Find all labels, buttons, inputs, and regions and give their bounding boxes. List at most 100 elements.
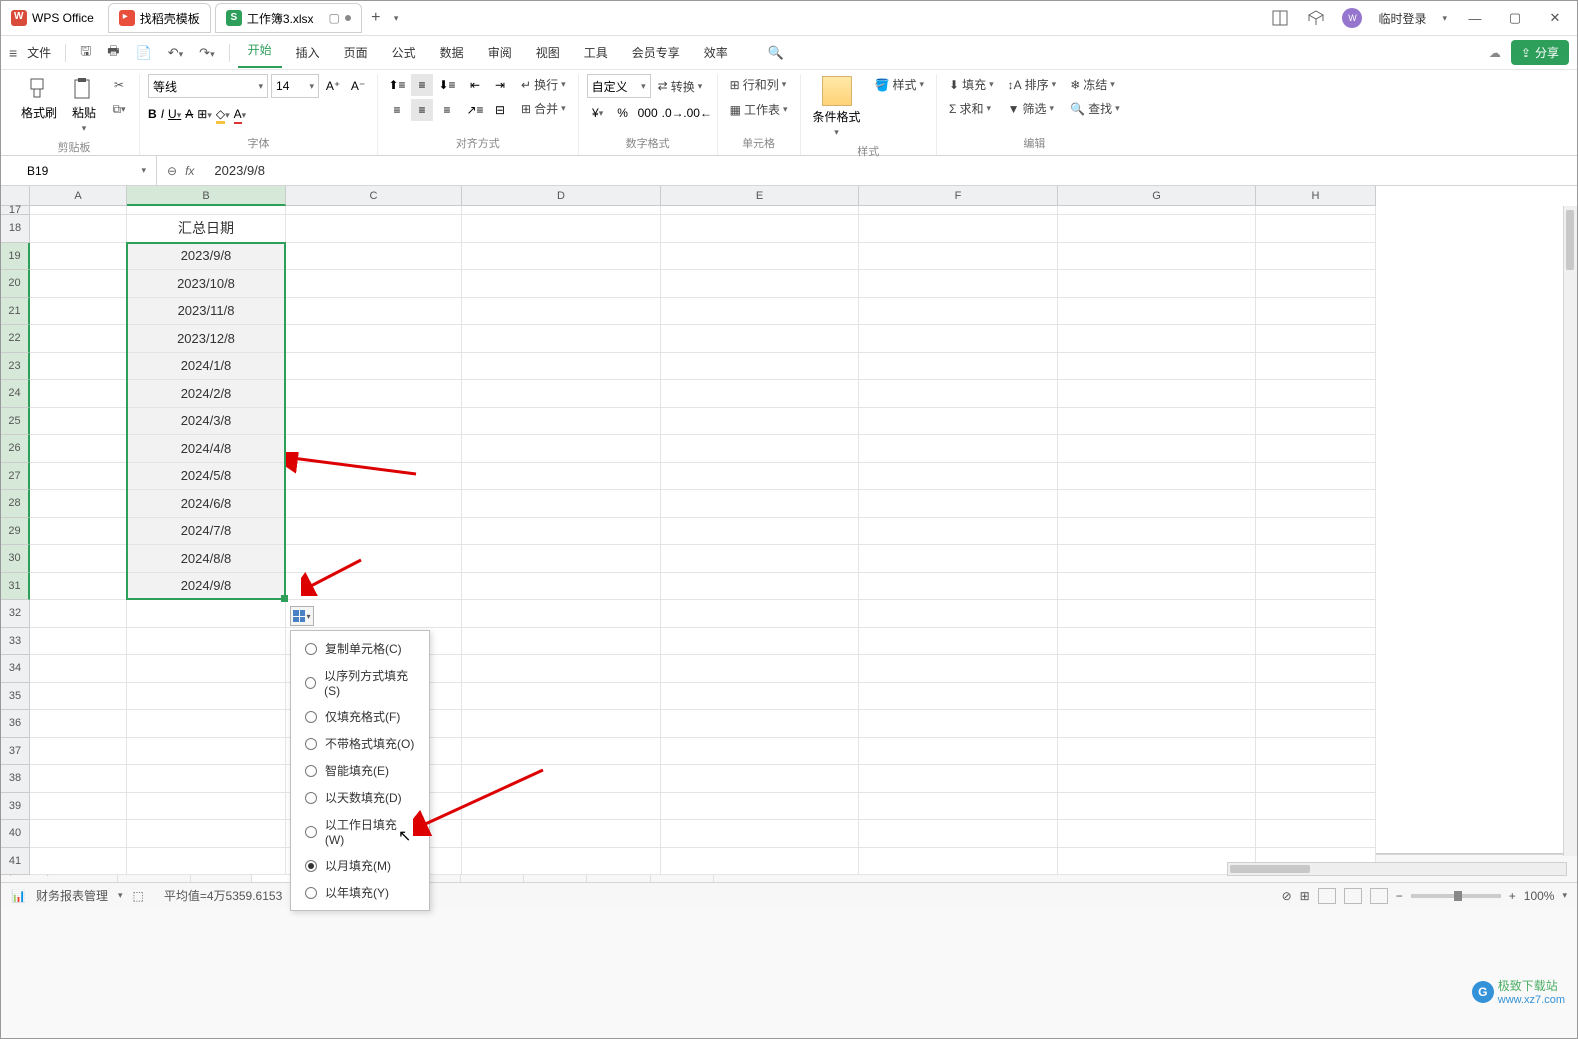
cell-A23[interactable] [30, 353, 127, 381]
minimize-button[interactable]: — [1463, 11, 1487, 26]
cell-F36[interactable] [859, 710, 1058, 738]
cell-H28[interactable] [1256, 490, 1376, 518]
view-page-icon[interactable] [1344, 888, 1362, 904]
cell-C29[interactable] [286, 518, 462, 546]
distribute-icon[interactable]: ⊟ [489, 99, 511, 121]
cell-D27[interactable] [462, 463, 661, 491]
cell-A28[interactable] [30, 490, 127, 518]
cell-F30[interactable] [859, 545, 1058, 573]
decrease-indent-icon[interactable]: ⇤ [464, 74, 486, 96]
cell-G39[interactable] [1058, 793, 1256, 821]
cell-E18[interactable] [661, 215, 859, 243]
cell-D23[interactable] [462, 353, 661, 381]
cell-A21[interactable] [30, 298, 127, 326]
vertical-scrollbar[interactable] [1563, 206, 1577, 856]
cell-A24[interactable] [30, 380, 127, 408]
cell-F32[interactable] [859, 600, 1058, 628]
cell-D25[interactable] [462, 408, 661, 436]
underline-button[interactable]: U▾ [168, 107, 181, 121]
cell-F35[interactable] [859, 683, 1058, 711]
cell-D34[interactable] [462, 655, 661, 683]
cell-G29[interactable] [1058, 518, 1256, 546]
row-header-27[interactable]: 27 [1, 463, 30, 491]
cell-E22[interactable] [661, 325, 859, 353]
cell-E37[interactable] [661, 738, 859, 766]
cell-G19[interactable] [1058, 243, 1256, 271]
row-header-37[interactable]: 37 [1, 738, 30, 766]
cell-G38[interactable] [1058, 765, 1256, 793]
horizontal-scrollbar[interactable] [1227, 862, 1567, 876]
app-tab-template[interactable]: 找稻壳模板 [108, 3, 211, 33]
cell-H31[interactable] [1256, 573, 1376, 601]
cell-E19[interactable] [661, 243, 859, 271]
fill-option-3[interactable]: 不带格式填充(O) [291, 730, 429, 757]
cell-D32[interactable] [462, 600, 661, 628]
cell-C17[interactable] [286, 206, 462, 215]
cell-E41[interactable] [661, 848, 859, 876]
cell-A40[interactable] [30, 820, 127, 848]
cell-F19[interactable] [859, 243, 1058, 271]
cell-D17[interactable] [462, 206, 661, 215]
cell-H32[interactable] [1256, 600, 1376, 628]
cell-F20[interactable] [859, 270, 1058, 298]
hamburger-icon[interactable]: ≡ [9, 45, 17, 61]
row-header-17[interactable]: 17 [1, 206, 30, 215]
cell-E28[interactable] [661, 490, 859, 518]
cell-C26[interactable] [286, 435, 462, 463]
row-header-18[interactable]: 18 [1, 215, 30, 243]
column-header-E[interactable]: E [661, 186, 859, 206]
cell-D36[interactable] [462, 710, 661, 738]
cut-icon[interactable]: ✂ [107, 74, 131, 96]
italic-button[interactable]: I [161, 107, 164, 121]
cell-F41[interactable] [859, 848, 1058, 876]
cancel-fx-icon[interactable]: ⊖ [167, 164, 177, 178]
cell-B24[interactable]: 2024/2/8 [127, 380, 286, 408]
align-middle-icon[interactable]: ≡ [411, 74, 433, 96]
sort-button[interactable]: ↕A排序▾ [1004, 74, 1061, 95]
tab-list-dropdown[interactable]: ▾ [394, 13, 399, 24]
cell-F22[interactable] [859, 325, 1058, 353]
paste-button[interactable]: 粘贴▾ [67, 74, 101, 136]
menu-vip[interactable]: 会员专享 [622, 40, 690, 65]
fill-option-0[interactable]: 复制单元格(C) [291, 635, 429, 662]
app-tab-wps[interactable]: WPS Office [1, 3, 104, 33]
row-header-35[interactable]: 35 [1, 683, 30, 711]
row-header-19[interactable]: 19 [1, 243, 30, 271]
autofill-options-button[interactable]: ▾ [290, 606, 314, 626]
cell-B18[interactable]: 汇总日期 [127, 215, 286, 243]
align-center-icon[interactable]: ≡ [411, 99, 433, 121]
menu-data[interactable]: 数据 [430, 40, 474, 65]
doc-expand-icon[interactable]: ▢ [329, 11, 340, 25]
zoom-out-button[interactable]: − [1396, 889, 1403, 903]
cell-E34[interactable] [661, 655, 859, 683]
zoom-in-button[interactable]: + [1509, 889, 1516, 903]
select-all-corner[interactable] [1, 186, 30, 206]
cell-E29[interactable] [661, 518, 859, 546]
cell-B34[interactable] [127, 655, 286, 683]
cell-E27[interactable] [661, 463, 859, 491]
status-doc-icon[interactable]: 📊 [11, 889, 26, 903]
formula-input[interactable]: 2023/9/8 [204, 163, 1577, 178]
cell-E33[interactable] [661, 628, 859, 656]
save-icon[interactable]: 🖫 [74, 42, 97, 64]
row-header-26[interactable]: 26 [1, 435, 30, 463]
column-header-F[interactable]: F [859, 186, 1058, 206]
new-tab-button[interactable]: + [362, 9, 390, 27]
cell-E38[interactable] [661, 765, 859, 793]
cell-A32[interactable] [30, 600, 127, 628]
layout-icon[interactable] [1270, 8, 1290, 28]
cell-A25[interactable] [30, 408, 127, 436]
view-normal-icon[interactable] [1318, 888, 1336, 904]
row-header-29[interactable]: 29 [1, 518, 30, 546]
cell-A30[interactable] [30, 545, 127, 573]
row-header-20[interactable]: 20 [1, 270, 30, 298]
cell-H24[interactable] [1256, 380, 1376, 408]
cell-E35[interactable] [661, 683, 859, 711]
align-top-icon[interactable]: ⬆≡ [386, 74, 408, 96]
cell-G32[interactable] [1058, 600, 1256, 628]
copy-icon[interactable]: ⧉▾ [107, 98, 131, 120]
cell-H34[interactable] [1256, 655, 1376, 683]
cell-E25[interactable] [661, 408, 859, 436]
cell-A29[interactable] [30, 518, 127, 546]
vscroll-thumb[interactable] [1566, 210, 1574, 270]
